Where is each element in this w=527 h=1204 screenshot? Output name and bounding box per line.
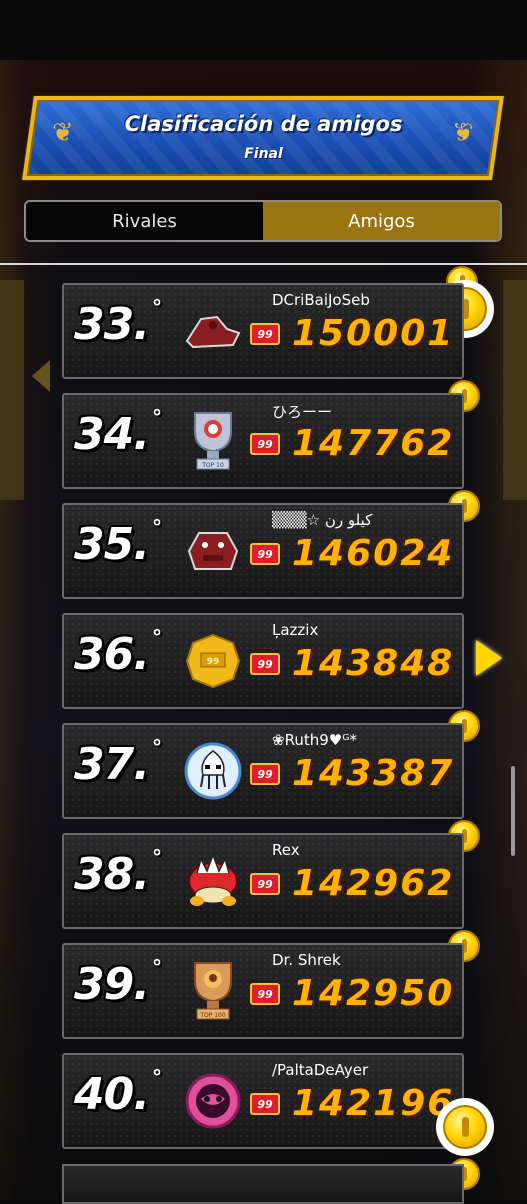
gold-badge-icon: 99	[182, 627, 244, 695]
score: 142950	[292, 973, 455, 1014]
rank-ordinal: °	[152, 955, 162, 979]
kong-icon	[182, 517, 244, 585]
level-badge: 99	[250, 653, 280, 675]
rank-number: 39.	[74, 959, 150, 1010]
list-item[interactable]: 35. ° ▒▒▒☆ كيلو رن 99 146024	[62, 503, 464, 599]
svg-text:99: 99	[207, 657, 220, 667]
rank-ordinal: °	[152, 625, 162, 649]
list-item[interactable]: 33. ° DCriBaiJoSeb 99 150001	[62, 283, 464, 379]
svg-text:TOP 10: TOP 10	[201, 462, 224, 469]
score: 143387	[292, 753, 455, 794]
left-arrow-icon	[32, 360, 50, 392]
spiny-shell-icon	[182, 847, 244, 915]
coin-icon	[443, 1105, 487, 1149]
player-name: /PaltaDeAyer	[272, 1061, 369, 1079]
list-item[interactable]: 38. ° Rex 99 142962	[62, 833, 464, 929]
scrollbar[interactable]	[511, 766, 515, 856]
rank-number: 38.	[74, 849, 150, 900]
score: 150001	[292, 313, 455, 354]
rank-ordinal: °	[152, 515, 162, 539]
tab-amigos[interactable]: Amigos	[263, 202, 500, 240]
list-item[interactable]: 40. ° /PaltaDeAyer 99 142196	[62, 1053, 464, 1149]
rank-number: 33.	[74, 299, 150, 350]
level-badge: 99	[250, 763, 280, 785]
list-item[interactable]: 39. ° TOP 100 Dr. Shrek 99 142950	[62, 943, 464, 1039]
trophy-top100-icon: TOP 100	[182, 957, 244, 1025]
side-panel-left	[0, 280, 24, 500]
level-badge: 99	[250, 323, 280, 345]
rank-ordinal: °	[152, 735, 162, 759]
rank-ordinal: °	[152, 845, 162, 869]
divider	[0, 263, 527, 265]
level-badge: 99	[250, 433, 280, 455]
kong-icon	[182, 297, 244, 365]
player-name: ▒▒▒☆ كيلو رن	[272, 511, 373, 529]
player-name: DCriBaiJoSeb	[272, 291, 370, 309]
score: 146024	[292, 533, 455, 574]
score: 147762	[292, 423, 455, 464]
svg-text:TOP 100: TOP 100	[199, 1012, 226, 1019]
player-name: ❀Ruth9♥ᴳ*	[272, 731, 358, 749]
score: 143848	[292, 643, 455, 684]
rank-number: 40.	[74, 1069, 150, 1120]
header-banner	[22, 96, 504, 180]
tab-bar: Rivales Amigos	[24, 200, 502, 242]
side-panel-right	[503, 280, 527, 500]
rank-number: 36.	[74, 629, 150, 680]
page-title: Clasificación de amigos	[124, 112, 403, 136]
blooper-icon	[182, 737, 244, 805]
level-badge: 99	[250, 543, 280, 565]
rank-ordinal: °	[152, 295, 162, 319]
score: 142962	[292, 863, 455, 904]
rank-number: 35.	[74, 519, 150, 570]
player-name: Rex	[272, 841, 300, 859]
list-item[interactable]: 34. ° TOP 10 ひろーー 99 147762	[62, 393, 464, 489]
list-item-partial[interactable]	[62, 1164, 464, 1204]
rank-number: 37.	[74, 739, 150, 790]
pink-emblem-icon	[182, 1067, 244, 1135]
list-item[interactable]: 36. ° 99 Ļazzix 99 143848	[62, 613, 464, 709]
trophy-top10-icon: TOP 10	[182, 407, 244, 475]
page-subtitle: Final	[244, 146, 283, 162]
player-name: Ļazzix	[272, 621, 319, 639]
level-badge: 99	[250, 983, 280, 1005]
play-arrow-icon[interactable]	[476, 640, 502, 676]
rank-ordinal: °	[152, 405, 162, 429]
tab-rivales[interactable]: Rivales	[26, 202, 263, 240]
player-name: ひろーー	[272, 403, 333, 421]
rank-number: 34.	[74, 409, 150, 460]
rank-ordinal: °	[152, 1065, 162, 1089]
level-badge: 99	[250, 873, 280, 895]
player-name: Dr. Shrek	[272, 951, 341, 969]
list-item[interactable]: 37. ° ❀Ruth9♥ᴳ* 99 143387	[62, 723, 464, 819]
score: 142196	[292, 1083, 455, 1124]
level-badge: 99	[250, 1093, 280, 1115]
coin-bubble	[436, 1098, 494, 1156]
